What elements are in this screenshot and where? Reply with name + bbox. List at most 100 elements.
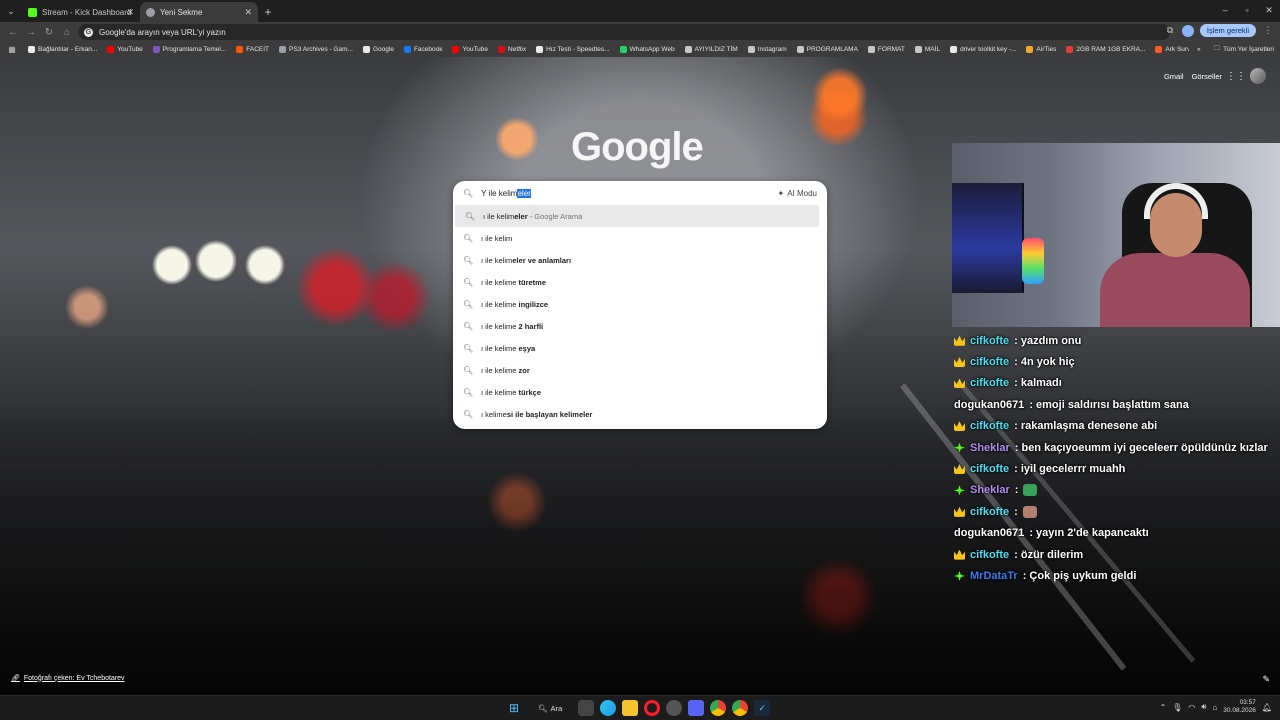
search-suggestion[interactable]: 🔍︎ ı ile kelimeler ve anlamları: [453, 249, 827, 271]
bookmark-item[interactable]: driver toolkit key -...: [950, 46, 1016, 53]
chat-username[interactable]: cifkofte: [970, 463, 1009, 475]
chat-text: : rakamlaşma denesene abi: [1014, 420, 1158, 433]
windows-taskbar: ⊞ 🔍︎ Ara ✓ ⌃ 🎙︎ ◠ 🔊︎ ⌂ 03:57 30.08.2026: [0, 695, 1280, 720]
chat-username[interactable]: cifkofte: [970, 356, 1009, 368]
bookmark-item[interactable]: AYIYILDIZ TİM: [684, 46, 738, 53]
search-input[interactable]: Y ile kelimeler: [481, 188, 769, 198]
clock[interactable]: 03:57 30.08.2026: [1223, 699, 1256, 715]
notification-icon[interactable]: 🔔︎: [1262, 703, 1272, 712]
chrome-profile-icon[interactable]: [732, 700, 749, 716]
extensions-icon[interactable]: ⧉: [1164, 25, 1176, 37]
chat-username[interactable]: cifkofte: [970, 420, 1009, 432]
reload-button[interactable]: ↻: [40, 23, 58, 41]
google-apps-icon[interactable]: ⋮⋮: [1226, 70, 1246, 82]
bookmark-item[interactable]: MAİL: [914, 46, 940, 53]
ai-mode-button[interactable]: ✦ AI Modu: [778, 189, 818, 198]
more-menu-icon[interactable]: ⋮: [1262, 25, 1274, 37]
tab-label: Stream - Kick Dashboard: [42, 7, 132, 17]
bookmark-label: AirTies: [1036, 46, 1057, 53]
close-tab-icon[interactable]: ✕: [244, 7, 252, 18]
close-window-icon[interactable]: ✕: [1258, 0, 1280, 20]
clock-time: 03:57: [1239, 699, 1256, 706]
profile-avatar[interactable]: [1181, 24, 1194, 37]
edge-icon[interactable]: [600, 700, 617, 716]
chat-text: : özür dilerim: [1014, 548, 1084, 561]
bookmark-item[interactable]: Hız Testi - Speedtes...: [536, 46, 610, 53]
chat-username[interactable]: cifkofte: [970, 506, 1009, 518]
bookmark-item[interactable]: Facebook: [403, 46, 442, 53]
account-avatar[interactable]: [1250, 68, 1266, 84]
photo-credit-link[interactable]: 🔗︎ Fotoğrafı çeken: Ev Tchebotarev: [11, 674, 125, 683]
tab-new-tab[interactable]: Yeni Sekme ✕: [140, 2, 258, 22]
bookmark-item[interactable]: FACEIT: [236, 46, 269, 53]
bookmark-item[interactable]: YouTube: [107, 46, 143, 53]
images-link[interactable]: Görseller: [1192, 72, 1222, 81]
bookmark-item[interactable]: 2GB RAM 1GB EKRA...: [1066, 46, 1145, 53]
gmail-link[interactable]: Gmail: [1164, 72, 1184, 81]
chat-username[interactable]: dogukan0671: [954, 527, 1024, 539]
bookmark-item[interactable]: WhatsApp Web: [619, 46, 675, 53]
bookmark-label: YouTube: [462, 46, 489, 53]
home-button[interactable]: ⌂: [58, 23, 76, 41]
customize-pencil-icon[interactable]: ✎: [1262, 674, 1270, 685]
maximize-icon[interactable]: ▫: [1236, 0, 1258, 20]
search-suggestion[interactable]: 🔍︎ ı ile kelime türkçe: [453, 381, 827, 403]
bookmark-item[interactable]: Google: [362, 46, 394, 53]
suggestion-completion: eler ve anlamları: [512, 255, 572, 265]
chat-username[interactable]: cifkofte: [970, 549, 1009, 561]
new-tab-button[interactable]: +: [258, 2, 278, 22]
search-suggestion[interactable]: 🔍︎ ı ile kelime ingilizce: [453, 293, 827, 315]
search-suggestion[interactable]: 🔍︎ ı ile kelimeler - Google Arama: [455, 205, 819, 227]
bookmark-item[interactable]: Netflix: [498, 46, 526, 53]
tab-search-button[interactable]: ⌄: [0, 0, 22, 22]
chevron-up-icon[interactable]: ⌃: [1160, 703, 1167, 712]
chat-username[interactable]: MrDataTr: [970, 570, 1018, 582]
discord-icon[interactable]: [688, 700, 705, 716]
chrome-icon[interactable]: [710, 700, 727, 716]
bookmark-label: AYIYILDIZ TİM: [694, 46, 738, 53]
volume-icon[interactable]: 🔊︎: [1201, 702, 1206, 712]
chat-username[interactable]: dogukan0671: [954, 399, 1024, 411]
task-view-icon[interactable]: [578, 700, 595, 716]
minimize-icon[interactable]: –: [1214, 0, 1236, 20]
bookmark-item[interactable]: Bağlantılar - Erkan...: [28, 46, 97, 53]
start-icon[interactable]: ⊞: [506, 700, 522, 716]
app-icon[interactable]: [666, 700, 683, 716]
close-tab-icon[interactable]: ✕: [126, 7, 134, 18]
bookmark-item[interactable]: Programlama Temel...: [152, 46, 226, 53]
chat-username[interactable]: Sheklar: [970, 442, 1010, 454]
address-bar[interactable]: G Google'da arayın veya URL'yi yazın: [78, 24, 1170, 40]
wifi-icon[interactable]: ◠: [1188, 703, 1195, 712]
search-suggestion[interactable]: 🔍︎ ı ile kelim: [453, 227, 827, 249]
network-icon[interactable]: ⌂: [1212, 703, 1217, 712]
search-suggestion[interactable]: 🔍︎ ı ile kelime eşya: [453, 337, 827, 359]
bookmark-label: Instagram: [757, 46, 787, 53]
steam-icon[interactable]: ✓: [754, 700, 771, 716]
apps-grid-icon[interactable]: ▦: [6, 44, 18, 56]
microphone-icon[interactable]: 🎙︎: [1172, 703, 1182, 712]
bookmark-item[interactable]: YouTube: [452, 46, 488, 53]
bookmark-item[interactable]: PS3 Archives - Gam...: [279, 46, 353, 53]
bookmark-item[interactable]: PROGRAMLAMA: [796, 46, 858, 53]
search-suggestion[interactable]: 🔍︎ ı kelimesi ile başlayan kelimeler: [453, 403, 827, 425]
file-explorer-icon[interactable]: [622, 700, 639, 716]
update-button[interactable]: İşlem gerekli: [1199, 24, 1256, 37]
search-suggestion[interactable]: 🔍︎ ı ile kelime 2 harfli: [453, 315, 827, 337]
taskbar-search[interactable]: 🔍︎ Ara: [528, 700, 572, 716]
search-suggestion[interactable]: 🔍︎ ı ile kelime zor: [453, 359, 827, 381]
bookmark-item[interactable]: AirTies: [1026, 46, 1056, 53]
chat-username[interactable]: cifkofte: [970, 377, 1009, 389]
search-suggestion[interactable]: 🔍︎ ı ile kelime türetme: [453, 271, 827, 293]
crown-badge-icon: [954, 378, 965, 389]
suggestion-text: ı ile kelimeler ve anlamları: [481, 256, 571, 265]
all-bookmarks-button[interactable]: » 🗀 Tüm Yer İşaretleri: [1188, 42, 1274, 57]
chat-username[interactable]: Sheklar: [970, 484, 1010, 496]
opera-icon[interactable]: [644, 700, 661, 716]
back-button[interactable]: ←: [4, 23, 22, 41]
bookmark-item[interactable]: Instagram: [747, 46, 787, 53]
bookmark-item[interactable]: FORMAT: [867, 46, 905, 53]
forward-button[interactable]: →: [22, 23, 40, 41]
chat-username[interactable]: cifkofte: [970, 335, 1009, 347]
tab-kick-dashboard[interactable]: Stream - Kick Dashboard ✕: [22, 2, 140, 22]
bookmark-favicon-icon: [867, 46, 875, 53]
